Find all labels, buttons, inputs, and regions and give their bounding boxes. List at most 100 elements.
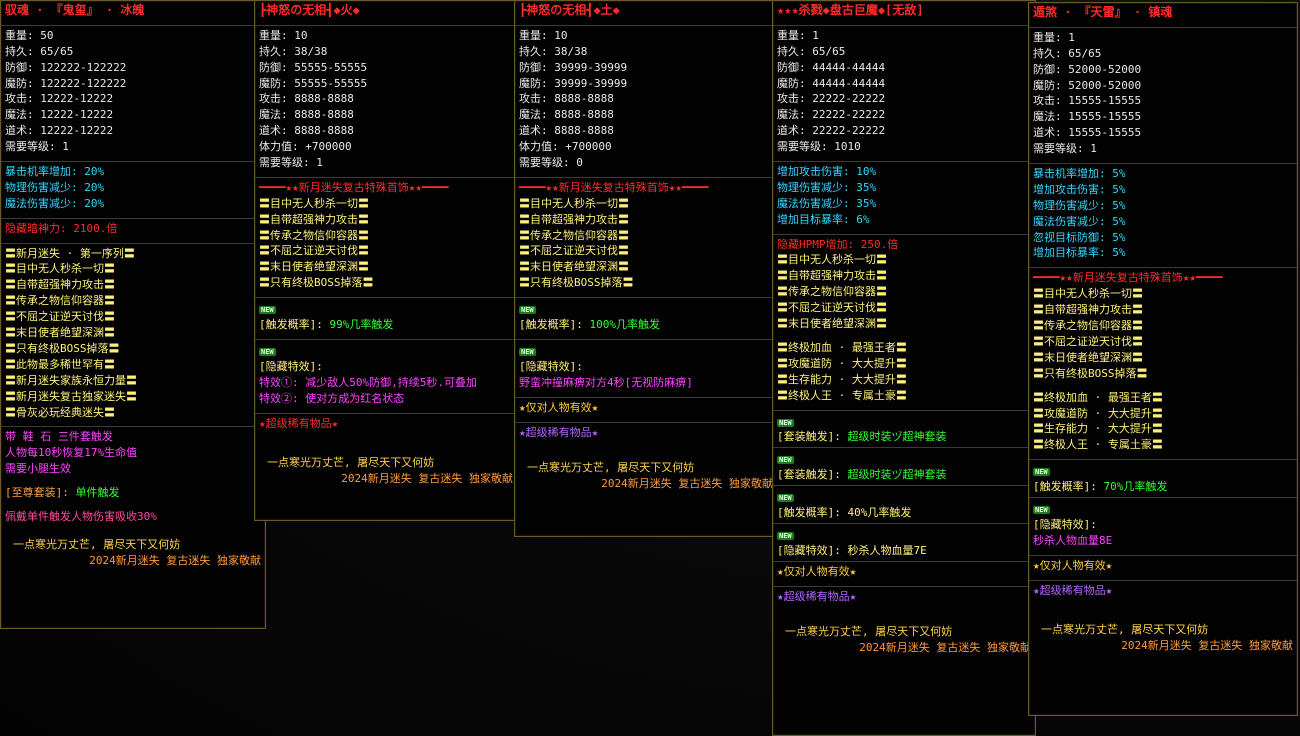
- item-title: ★★★杀戮◆盘古巨魔◆[无敌]: [777, 3, 924, 17]
- series-section: ━━━━★★新月迷失复古特殊首饰★★━━━━ 〓目中无人秒杀一切〓 〓自带超强神…: [1029, 267, 1297, 459]
- stat-line: 防御: 39999-39999: [519, 60, 628, 74]
- hidden-effect-row: [隐藏特效]: 秒杀人物血量7E: [777, 543, 1031, 559]
- stats-section: 重量: 1 持久: 65/65 防御: 52000-52000 魔防: 5200…: [1029, 26, 1297, 163]
- footer-slogan: 一点寒光万丈芒, 屠尽天下又何妨: [13, 537, 181, 551]
- hidden-hp: 隐藏HPMP增加: 250.倍: [777, 237, 899, 251]
- hidden-effect-section: NEW [隐藏特效]: 秒杀人物血量8E: [1029, 496, 1297, 555]
- stat-line: 道术: 12222-12222: [5, 124, 114, 138]
- stat-line: 体力值: +700000: [519, 140, 612, 154]
- footer-slogan: 一点寒光万丈芒, 屠尽天下又何妨: [785, 625, 953, 639]
- series-line: 〓不屈之证逆天讨伐〓: [777, 301, 887, 315]
- rarity-section: ★超级稀有物品★: [773, 585, 1035, 611]
- set-trigger-label: [套装触发]:: [777, 468, 841, 482]
- stat-line: 攻击: 12222-12222: [5, 92, 114, 106]
- ultimate-line: 〓攻魔道防 · 大大提升〓: [777, 356, 907, 370]
- series-line: 〓目中无人秒杀一切〓: [1033, 287, 1143, 301]
- hidden-effect-label: [隐藏特效]:: [1033, 517, 1097, 531]
- trigger-row: [触发概率]: 100%几率触发: [519, 317, 773, 333]
- series-section: ━━━━★★新月迷失复古特殊首饰★★━━━━ 〓目中无人秒杀一切〓 〓自带超强神…: [255, 176, 517, 297]
- stat-line: 攻击: 22222-22222: [777, 92, 886, 106]
- ultimate-line: 〓生存能力 · 大大提升〓: [777, 372, 907, 386]
- stats-section: 重量: 1 持久: 65/65 防御: 44444-44444 魔防: 4444…: [773, 24, 1035, 161]
- series-line: 〓末日使者绝望深渊〓: [777, 317, 887, 331]
- stat-line: 魔法: 12222-12222: [5, 108, 114, 122]
- stat-line: 魔防: 122222-122222: [5, 76, 127, 90]
- bonus-line: 物理伤害减少: 5%: [1033, 198, 1126, 212]
- series-line: 〓新月迷失 · 第一序列〓: [5, 246, 135, 260]
- item-tooltip-5: 遁煞 · 『天雷』 · 镇魂 重量: 1 持久: 65/65 防御: 52000…: [1028, 2, 1298, 716]
- rarity-label: ★超级稀有物品★: [1033, 583, 1113, 597]
- trigger-value: 99%几率触发: [329, 318, 394, 332]
- item-tooltip-3: ┣神怒の无相┫◆土◆ 重量: 10 持久: 38/38 防御: 39999-39…: [514, 0, 778, 537]
- bonus-line: 暴击机率增加: 5%: [1033, 167, 1126, 181]
- footer-credit: 2024新月迷失 复古迷失 独家敬献: [1121, 639, 1293, 653]
- item-title: ┣神怒の无相┫◆火◆: [259, 3, 360, 17]
- trigger-label: [触发概率]:: [1033, 480, 1097, 494]
- item-tooltip-2: ┣神怒の无相┫◆火◆ 重量: 10 持久: 38/38 防御: 55555-55…: [254, 0, 518, 521]
- stat-line: 需要等级: 1: [1033, 142, 1097, 156]
- footer-credit: 2024新月迷失 复古迷失 独家敬献: [601, 477, 773, 491]
- stat-line: 防御: 44444-44444: [777, 60, 886, 74]
- tooltip-footer: 一点寒光万丈芒, 屠尽天下又何妨 2024新月迷失 复古迷失 独家敬献: [1029, 604, 1297, 658]
- series-line: 〓新月迷失家族永恒力量〓: [5, 373, 137, 387]
- hidden-effect-section: NEW [隐藏特效]: 特效①: 减少敌人50%防御,持续5秒.可叠加 特效②:…: [255, 338, 517, 413]
- set-trigger-label: [套装触发]:: [777, 430, 841, 444]
- set-trigger-row: [套装触发]: 超级时装ヅ超神套装: [777, 429, 1031, 445]
- stat-line: 需要等级: 1: [259, 156, 323, 170]
- tooltip-footer: 一点寒光万丈芒, 屠尽天下又何妨 2024新月迷失 复古迷失 独家敬献: [773, 610, 1035, 660]
- stat-line: 魔防: 52000-52000: [1033, 78, 1142, 92]
- trigger-row: [触发概率]: 99%几率触发: [259, 317, 513, 333]
- people-only-label: ★仅对人物有效★: [1033, 558, 1113, 572]
- new-badge: NEW: [777, 456, 794, 465]
- stat-line: 持久: 65/65: [5, 44, 74, 58]
- series-line: 〓自带超强神力攻击〓: [777, 269, 887, 283]
- rarity-label: ★超级稀有物品★: [519, 425, 599, 439]
- stat-line: 重量: 1: [1033, 30, 1075, 44]
- stat-line: 魔法: 22222-22222: [777, 108, 886, 122]
- bonus-line: 物理伤害减少: 35%: [777, 180, 877, 194]
- series-line: 〓不屈之证逆天讨伐〓: [1033, 334, 1143, 348]
- stat-line: 防御: 52000-52000: [1033, 62, 1142, 76]
- hidden-effect-line: 野蛮冲撞麻痹对方4秒[无视防麻痹]: [519, 375, 693, 389]
- new-badge: NEW: [1033, 505, 1050, 514]
- trigger-value: 100%几率触发: [589, 318, 661, 332]
- trigger-label: [触发概率]:: [259, 318, 323, 332]
- stat-line: 需要等级: 1010: [777, 140, 861, 154]
- hidden-effect-section: NEW [隐藏特效]: 秒杀人物血量7E: [773, 522, 1035, 561]
- people-only-section: ★仅对人物有效★: [773, 560, 1035, 586]
- stat-line: 重量: 50: [5, 28, 54, 42]
- stat-line: 需要等级: 1: [5, 140, 69, 154]
- hidden-effect-label: [隐藏特效]:: [519, 359, 583, 373]
- new-badge: NEW: [1033, 468, 1050, 477]
- stat-line: 道术: 22222-22222: [777, 124, 886, 138]
- stat-line: 道术: 8888-8888: [259, 124, 354, 138]
- series-line: 〓不屈之证逆天讨伐〓: [5, 310, 115, 324]
- series-line: 〓只有终极BOSS掉落〓: [259, 276, 374, 290]
- bonus-line: 增加攻击伤害: 10%: [777, 165, 877, 179]
- stat-line: 道术: 8888-8888: [519, 124, 614, 138]
- tooltip-footer: 一点寒光万丈芒, 屠尽天下又何妨 2024新月迷失 复古迷失 独家敬献: [515, 446, 777, 496]
- series-line: 〓自带超强神力攻击〓: [519, 212, 629, 226]
- new-badge: NEW: [777, 494, 794, 503]
- hidden-effect-line: 特效②: 使对方成为红名状态: [259, 391, 405, 405]
- set-trigger-section: NEW [套装触发]: 超级时装ヅ超神套装: [773, 409, 1035, 448]
- series-line: 〓只有终极BOSS掉落〓: [5, 341, 120, 355]
- trigger-section: NEW [触发概率]: 99%几率触发: [255, 297, 517, 339]
- series-line: 〓目中无人秒杀一切〓: [519, 196, 629, 210]
- set-line: 人物每10秒恢复17%生命值: [5, 446, 138, 460]
- rarity-section: ★超级稀有物品★: [1029, 579, 1297, 605]
- bonus-line: 增加目标暴率: 5%: [1033, 246, 1126, 260]
- item-title: ┣神怒の无相┫◆土◆: [519, 3, 620, 17]
- stat-line: 道术: 15555-15555: [1033, 126, 1142, 140]
- tooltip-footer: 一点寒光万丈芒, 屠尽天下又何妨 2024新月迷失 复古迷失 独家敬献: [1, 531, 265, 573]
- hidden-power: 隐藏暗神力: 2100.倍: [5, 221, 118, 235]
- series-line: 〓传承之物信仰容器〓: [5, 294, 115, 308]
- stat-line: 持久: 38/38: [259, 44, 328, 58]
- stat-line: 重量: 1: [777, 28, 819, 42]
- stat-line: 攻击: 8888-8888: [259, 92, 354, 106]
- hidden-effect-value: 秒杀人物血量7E: [847, 543, 927, 557]
- tooltip-footer: 一点寒光万丈芒, 屠尽天下又何妨 2024新月迷失 复古迷失 独家敬献: [255, 437, 517, 491]
- stat-line: 魔防: 44444-44444: [777, 76, 886, 90]
- series-line: 〓自带超强神力攻击〓: [1033, 303, 1143, 317]
- item-title: 驭魂 · 『鬼玺』 · 冰魄: [5, 3, 145, 17]
